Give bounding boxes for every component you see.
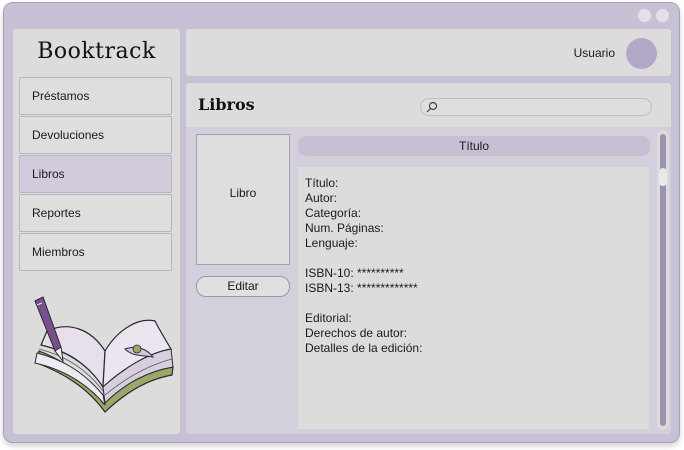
book-details-panel: Título: Autor: Categoría: Num. Páginas: … — [298, 167, 649, 429]
main-header: Libros — [186, 83, 671, 127]
detail-titulo: Título: — [305, 176, 339, 190]
detail-derechos: Derechos de autor: — [305, 326, 408, 340]
sidebar-item-libros[interactable]: Libros — [19, 155, 172, 193]
search-icon — [426, 101, 438, 113]
sidebar-item-devoluciones[interactable]: Devoluciones — [19, 116, 172, 154]
book-title-bar: Título — [298, 136, 650, 156]
main-panel: Libros Libro Editar Título Título: Autor… — [186, 83, 671, 434]
sidebar-item-prestamos[interactable]: Préstamos — [19, 77, 172, 115]
detail-isbn13: ISBN-13: ************* — [305, 281, 418, 295]
detail-spacer — [305, 296, 422, 311]
app-window: Booktrack Préstamos Devoluciones Libros … — [3, 2, 680, 443]
scrollbar[interactable] — [657, 130, 669, 430]
sidebar-item-miembros[interactable]: Miembros — [19, 233, 172, 271]
book-cover-placeholder: Libro — [196, 134, 290, 265]
edit-button[interactable]: Editar — [196, 276, 290, 297]
detail-edicion: Detalles de la edición: — [305, 341, 423, 355]
search-input[interactable] — [439, 100, 644, 114]
page-title: Libros — [198, 95, 255, 114]
sidebar-item-reportes[interactable]: Reportes — [19, 194, 172, 232]
detail-isbn10: ISBN-10: ********** — [305, 266, 404, 280]
sidebar: Booktrack Préstamos Devoluciones Libros … — [13, 29, 180, 434]
top-bar: Usuario — [186, 29, 671, 76]
open-book-with-pen-icon — [34, 296, 174, 413]
detail-autor: Autor: — [305, 191, 338, 205]
window-minimize-icon[interactable] — [638, 9, 651, 22]
detail-spacer — [305, 251, 422, 266]
window-close-icon[interactable] — [656, 9, 669, 22]
scrollbar-thumb[interactable] — [659, 168, 667, 186]
detail-categoria: Categoría: — [305, 206, 362, 220]
user-label[interactable]: Usuario — [574, 46, 615, 60]
user-avatar-icon[interactable] — [626, 38, 657, 69]
search-bar[interactable] — [420, 98, 652, 116]
detail-lenguaje: Lenguaje: — [305, 236, 358, 250]
detail-editorial: Editorial: — [305, 311, 352, 325]
detail-paginas: Num. Páginas: — [305, 221, 384, 235]
app-title: Booktrack — [37, 39, 156, 64]
